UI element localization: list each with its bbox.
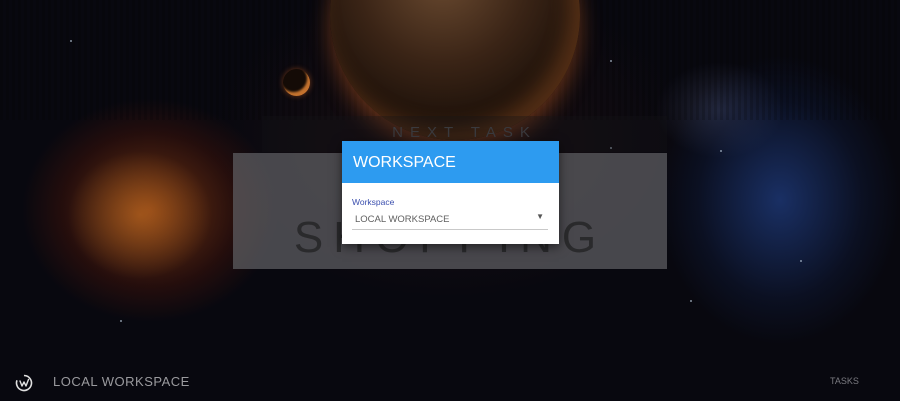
star xyxy=(70,40,72,42)
tasks-link[interactable]: TASKS xyxy=(830,376,859,386)
workspace-dialog: WORKSPACE Workspace LOCAL WORKSPACE ▼ xyxy=(342,141,559,244)
dropdown-arrow-icon: ▼ xyxy=(536,212,544,221)
app-logo-icon[interactable] xyxy=(15,374,33,392)
moon-image xyxy=(283,69,310,96)
dialog-title: WORKSPACE xyxy=(342,141,559,183)
workspace-field-label: Workspace xyxy=(352,197,395,207)
star xyxy=(800,260,802,262)
next-task-heading: NEXT TASK xyxy=(392,124,537,141)
star xyxy=(120,320,122,322)
star xyxy=(720,150,722,152)
current-workspace-title[interactable]: LOCAL WORKSPACE xyxy=(53,374,190,389)
star xyxy=(690,300,692,302)
bottom-bar: LOCAL WORKSPACE TASKS xyxy=(0,361,900,401)
workspace-select[interactable]: LOCAL WORKSPACE ▼ xyxy=(352,211,548,230)
star xyxy=(610,60,612,62)
workspace-select-value: LOCAL WORKSPACE xyxy=(355,214,450,225)
